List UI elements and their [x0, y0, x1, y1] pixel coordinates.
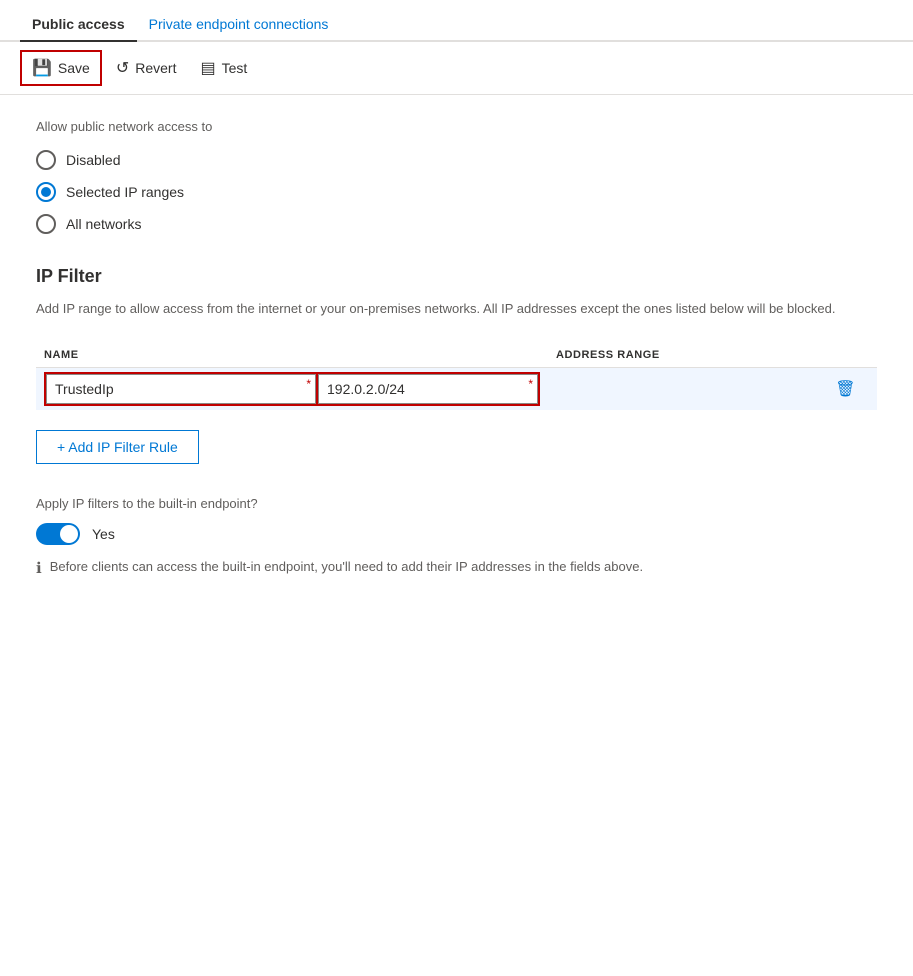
ip-filter-title: IP Filter — [36, 266, 877, 287]
add-ip-filter-rule-button[interactable]: + Add IP Filter Rule — [36, 430, 199, 464]
ip-filter-section: IP Filter Add IP range to allow access f… — [36, 266, 877, 464]
table-row: * * 🗑 — [36, 367, 877, 410]
revert-label: Revert — [135, 60, 176, 76]
network-access-section: Allow public network access to Disabled … — [36, 119, 877, 234]
address-required-star: * — [528, 377, 533, 391]
tabs-bar: Public access Private endpoint connectio… — [0, 0, 913, 42]
test-button[interactable]: ▤ Test — [190, 52, 257, 84]
network-access-label: Allow public network access to — [36, 119, 877, 134]
main-content: Allow public network access to Disabled … — [0, 95, 913, 604]
tab-private-endpoint[interactable]: Private endpoint connections — [137, 8, 341, 42]
col-header-name: NAME — [36, 343, 548, 368]
save-label: Save — [58, 60, 90, 76]
radio-item-disabled[interactable]: Disabled — [36, 150, 877, 170]
info-note: ℹ Before clients can access the built-in… — [36, 557, 877, 581]
revert-button[interactable]: ↺ Revert — [106, 52, 187, 84]
radio-item-selected-ip[interactable]: Selected IP ranges — [36, 182, 877, 202]
radio-circle-selected-ip — [36, 182, 56, 202]
action-cell: 🗑 — [817, 367, 877, 410]
radio-label-all-networks: All networks — [66, 216, 141, 232]
save-icon: 💾 — [32, 58, 52, 78]
radio-circle-all-networks — [36, 214, 56, 234]
col-header-action — [817, 343, 877, 368]
name-input[interactable] — [46, 374, 316, 404]
endpoint-toggle[interactable] — [36, 523, 80, 545]
info-icon: ℹ — [36, 558, 42, 581]
ip-filter-table: NAME ADDRESS RANGE * — [36, 343, 877, 410]
info-note-text: Before clients can access the built-in e… — [50, 557, 643, 577]
name-required-star: * — [306, 377, 311, 391]
radio-item-all-networks[interactable]: All networks — [36, 214, 877, 234]
address-cell — [548, 367, 817, 410]
save-button[interactable]: 💾 Save — [20, 50, 102, 86]
delete-row-button[interactable]: 🗑 — [825, 375, 865, 403]
endpoint-label: Apply IP filters to the built-in endpoin… — [36, 496, 877, 511]
add-rule-label: + Add IP Filter Rule — [57, 439, 178, 455]
radio-group-network: Disabled Selected IP ranges All networks — [36, 150, 877, 234]
radio-circle-disabled — [36, 150, 56, 170]
address-input[interactable] — [318, 374, 538, 404]
ip-filter-description: Add IP range to allow access from the in… — [36, 299, 877, 319]
toolbar: 💾 Save ↺ Revert ▤ Test — [0, 42, 913, 95]
test-label: Test — [222, 60, 248, 76]
name-cell: * * — [36, 367, 548, 410]
revert-icon: ↺ — [116, 58, 129, 78]
radio-label-disabled: Disabled — [66, 152, 120, 168]
radio-label-selected-ip: Selected IP ranges — [66, 184, 184, 200]
delete-icon: 🗑 — [835, 379, 855, 399]
col-header-address: ADDRESS RANGE — [548, 343, 817, 368]
built-in-endpoint-section: Apply IP filters to the built-in endpoin… — [36, 496, 877, 581]
test-icon: ▤ — [200, 58, 215, 78]
toggle-row: Yes — [36, 523, 877, 545]
toggle-yes-label: Yes — [92, 526, 115, 542]
tab-public-access[interactable]: Public access — [20, 8, 137, 42]
